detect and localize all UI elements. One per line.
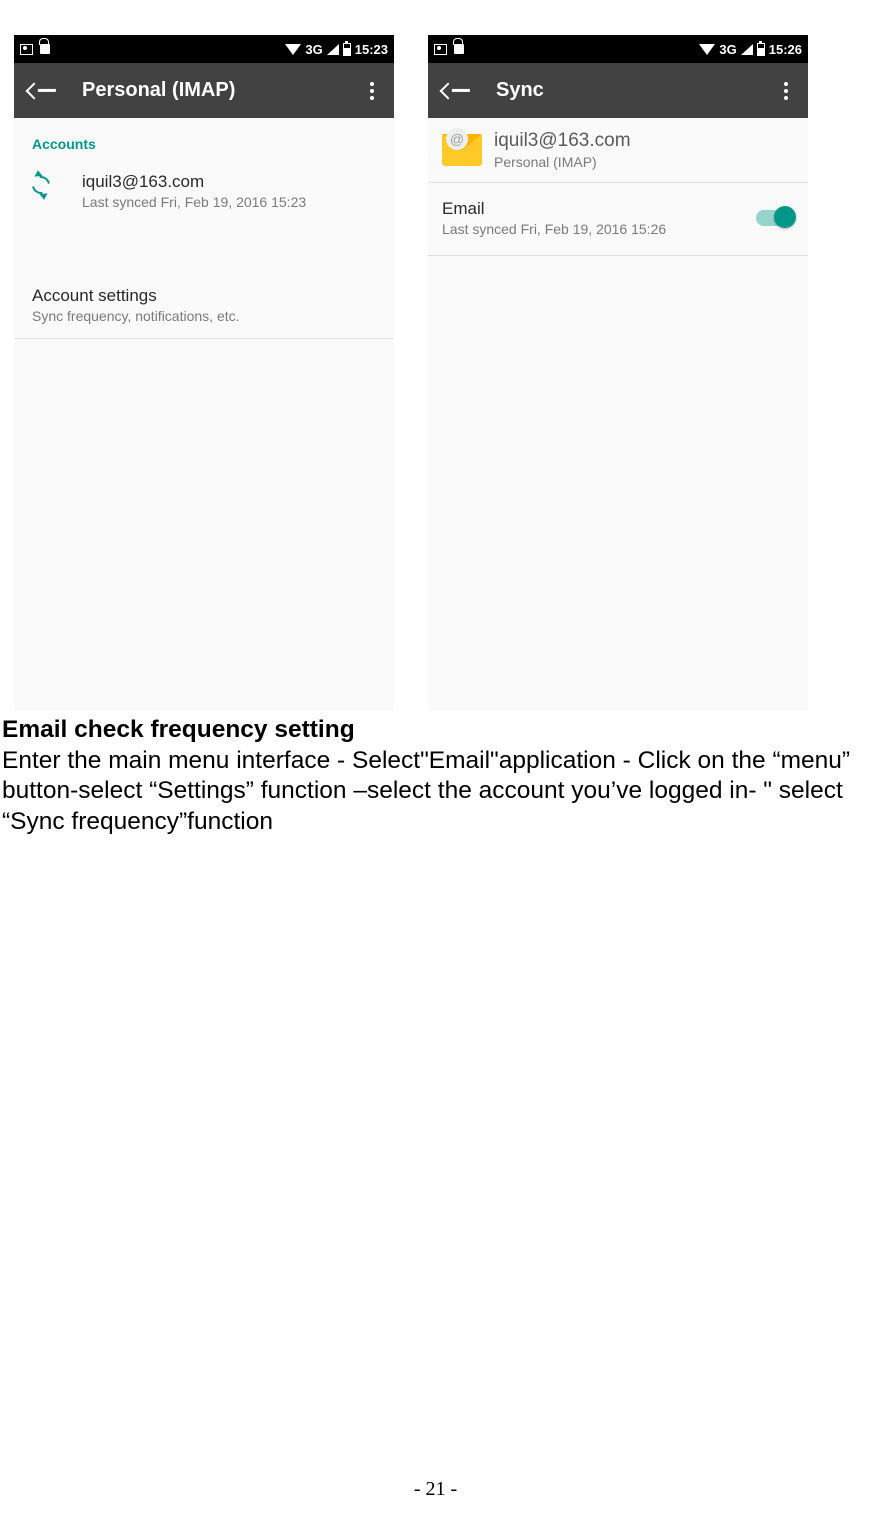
email-app-icon: @ (442, 134, 482, 166)
overflow-menu-button[interactable] (358, 82, 386, 100)
account-settings-title: Account settings (32, 286, 376, 306)
account-email: iquil3@163.com (82, 172, 376, 192)
battery-icon (757, 43, 765, 56)
account-last-synced: Last synced Fri, Feb 19, 2016 15:23 (82, 194, 376, 210)
account-settings-row[interactable]: Account settings Sync frequency, notific… (14, 230, 394, 339)
status-bar: 3G 15:26 (428, 35, 808, 63)
battery-icon (343, 43, 351, 56)
image-notification-icon (20, 44, 33, 55)
account-type: Personal (IMAP) (494, 154, 631, 170)
status-bar: 3G 15:23 (14, 35, 394, 63)
sync-toggle[interactable] (756, 210, 794, 226)
network-label: 3G (719, 42, 736, 57)
dot-icon (784, 96, 788, 100)
signal-icon (741, 44, 753, 55)
account-header-row[interactable]: @ iquil3@163.com Personal (IMAP) (428, 118, 808, 183)
lock-icon (40, 44, 50, 54)
arrow-left-icon (26, 82, 43, 99)
screenshot-row: 3G 15:23 Personal (IMAP) Accounts (0, 35, 871, 711)
app-bar: Sync (428, 63, 808, 118)
document-page: 3G 15:23 Personal (IMAP) Accounts (0, 0, 871, 1511)
section-heading: Email check frequency setting (2, 716, 355, 743)
back-button[interactable] (28, 85, 60, 97)
accounts-section-header: Accounts (14, 118, 394, 162)
section-paragraph: Enter the main menu interface - Select"E… (2, 747, 850, 835)
screen-content: @ iquil3@163.com Personal (IMAP) Email L… (428, 118, 808, 711)
wifi-icon (699, 44, 715, 55)
account-row[interactable]: iquil3@163.com Last synced Fri, Feb 19, … (14, 162, 394, 230)
dot-icon (784, 89, 788, 93)
dot-icon (370, 89, 374, 93)
document-body-text: Email check frequency setting Enter the … (0, 711, 871, 838)
image-notification-icon (434, 44, 447, 55)
sync-item-last-synced: Last synced Fri, Feb 19, 2016 15:26 (442, 221, 756, 237)
account-settings-subtitle: Sync frequency, notifications, etc. (32, 308, 376, 324)
screen-content: Accounts iquil3@163.com Last synced Fri,… (14, 118, 394, 711)
wifi-icon (285, 44, 301, 55)
app-bar-title: Personal (IMAP) (82, 79, 235, 102)
page-number: - 21 - (0, 838, 871, 1511)
network-label: 3G (305, 42, 322, 57)
email-sync-row[interactable]: Email Last synced Fri, Feb 19, 2016 15:2… (428, 183, 808, 256)
app-bar-title: Sync (496, 79, 544, 102)
arrow-left-icon (440, 82, 457, 99)
dot-icon (784, 82, 788, 86)
sync-item-title: Email (442, 199, 756, 219)
dot-icon (370, 96, 374, 100)
phone-screenshot-right: 3G 15:26 Sync (428, 35, 808, 711)
account-email: iquil3@163.com (494, 130, 631, 152)
lock-icon (454, 44, 464, 54)
dot-icon (370, 82, 374, 86)
phone-screenshot-left: 3G 15:23 Personal (IMAP) Accounts (14, 35, 394, 711)
app-bar: Personal (IMAP) (14, 63, 394, 118)
signal-icon (327, 44, 339, 55)
clock: 15:23 (355, 42, 388, 57)
clock: 15:26 (769, 42, 802, 57)
back-button[interactable] (442, 85, 474, 97)
sync-icon (28, 172, 53, 197)
overflow-menu-button[interactable] (772, 82, 800, 100)
